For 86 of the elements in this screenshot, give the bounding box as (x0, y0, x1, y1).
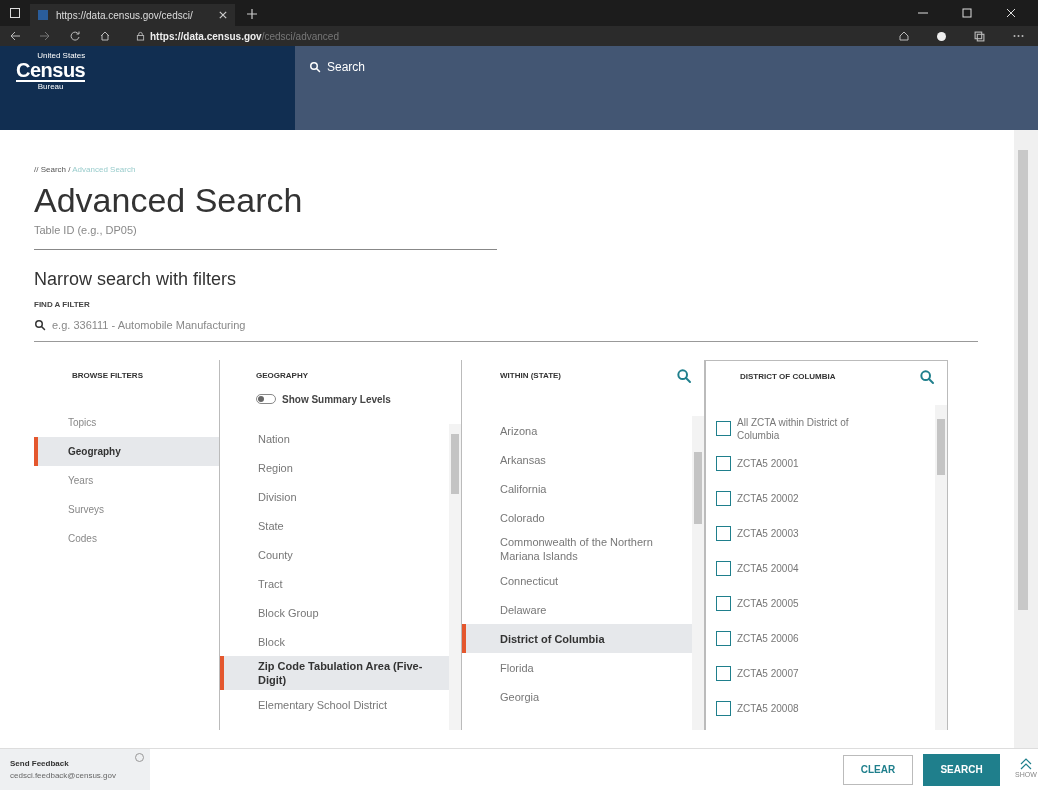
list-item[interactable]: County (220, 540, 449, 569)
page-scrollbar[interactable] (1018, 150, 1028, 610)
list-item[interactable]: Florida (462, 653, 692, 682)
list-item[interactable]: Delaware (462, 595, 692, 624)
filter-category[interactable]: Topics (34, 408, 219, 437)
collections-icon[interactable] (974, 30, 985, 42)
toggle-switch[interactable] (256, 394, 276, 404)
list-item[interactable]: Zip Code Tabulation Area (Five-Digit) (220, 656, 449, 690)
list-item[interactable]: Block Group (220, 598, 449, 627)
filter-category[interactable]: Years (34, 466, 219, 495)
column-heading: GEOGRAPHY (255, 370, 309, 382)
checkbox[interactable] (716, 526, 731, 541)
filter-category[interactable]: Geography (34, 437, 219, 466)
list-item[interactable]: State (220, 511, 449, 540)
checkbox-label: ZCTA5 20001 (737, 457, 800, 470)
search-button[interactable]: SEARCH (923, 753, 1000, 786)
feedback-panel[interactable]: Send Feedback cedsci.feedback@census.gov (0, 748, 150, 790)
more-icon[interactable] (1013, 34, 1024, 38)
list-item[interactable]: Arizona (462, 416, 692, 445)
list-item[interactable]: Tract (220, 569, 449, 598)
find-filter-label: FIND A FILTER (34, 298, 91, 311)
filter-category[interactable]: Surveys (34, 495, 219, 524)
search-icon (34, 318, 46, 331)
checkbox-label: ZCTA5 20005 (737, 597, 800, 610)
column-heading: BROWSE FILTERS (71, 370, 144, 382)
chevron-up-icon (1020, 758, 1032, 771)
checkbox[interactable] (716, 666, 731, 681)
list-item[interactable]: Connecticut (462, 566, 692, 595)
checkbox-label: ZCTA5 20004 (737, 562, 800, 575)
page-title: Advanced Search (34, 180, 304, 220)
header-search-button[interactable]: Search (309, 58, 366, 76)
checkbox[interactable] (716, 596, 731, 611)
scrollbar[interactable] (692, 416, 704, 730)
checkbox-label: ZCTA5 20007 (737, 667, 800, 680)
list-item[interactable]: California (462, 474, 692, 503)
scrollbar[interactable] (935, 405, 947, 730)
forward-icon[interactable] (40, 31, 50, 41)
lock-icon (136, 31, 145, 41)
scrollbar[interactable] (449, 424, 461, 730)
filters-heading: Narrow search with filters (34, 267, 238, 291)
feedback-title: Send Feedback (10, 757, 70, 770)
toggle-label: Show Summary Levels (282, 392, 391, 407)
filter-category[interactable]: Codes (34, 524, 219, 553)
checkbox[interactable] (716, 701, 731, 716)
list-item[interactable]: Georgia (462, 682, 692, 711)
back-icon[interactable] (10, 31, 20, 41)
find-filter-field[interactable]: e.g. 336111 - Automobile Manufacturing (34, 310, 978, 342)
checkbox[interactable] (716, 561, 731, 576)
list-item[interactable]: Division (220, 482, 449, 511)
clear-button[interactable]: CLEAR (843, 754, 913, 785)
breadcrumb: // Search / Advanced Search (34, 164, 137, 176)
feedback-email[interactable]: cedsci.feedback@census.gov (10, 769, 150, 782)
breadcrumb-link[interactable]: // Search / (34, 165, 71, 174)
maximize-icon[interactable] (962, 8, 972, 18)
checkbox-label: ZCTA5 20006 (737, 632, 800, 645)
checkbox-label: ZCTA5 20008 (737, 702, 800, 715)
table-id-field[interactable]: Table ID (e.g., DP05) (34, 220, 497, 250)
column-heading: WITHIN (STATE) (500, 370, 562, 382)
column-heading: DISTRICT OF COLUMBIA (740, 371, 836, 383)
refresh-icon[interactable] (70, 31, 80, 41)
browser-tab[interactable]: https://data.census.gov/cedsci/ (30, 4, 235, 26)
url-field[interactable]: https://data.census.gov/cedsci/advanced (150, 28, 339, 44)
favicon-icon (38, 10, 48, 20)
list-item[interactable]: Region (220, 453, 449, 482)
checkbox-label: ZCTA5 20002 (737, 492, 800, 505)
search-icon (309, 61, 321, 73)
list-item[interactable]: Commonwealth of the Northern Mariana Islands (462, 532, 692, 566)
list-item[interactable]: Nation (220, 424, 449, 453)
new-tab-icon[interactable] (247, 9, 257, 19)
list-item[interactable]: Block (220, 627, 449, 656)
list-item[interactable]: Arkansas (462, 445, 692, 474)
checkbox[interactable] (716, 491, 731, 506)
census-logo[interactable]: United States Census Bureau (16, 52, 86, 91)
list-item[interactable]: District of Columbia (462, 624, 692, 653)
checkbox-label: All ZCTA within District of Columbia (737, 415, 850, 442)
list-item[interactable]: Elementary School District (220, 690, 449, 719)
checkbox[interactable] (716, 456, 731, 471)
home-icon[interactable] (100, 31, 110, 41)
checkbox-label: ZCTA5 20003 (737, 527, 800, 540)
list-item[interactable]: Colorado (462, 503, 692, 532)
tab-title: https://data.census.gov/cedsci/ (56, 8, 194, 23)
checkbox[interactable] (716, 421, 731, 436)
tab-actions-icon[interactable] (10, 8, 20, 18)
close-icon[interactable] (219, 11, 227, 19)
checkbox[interactable] (716, 631, 731, 646)
profile-icon[interactable] (937, 31, 946, 41)
